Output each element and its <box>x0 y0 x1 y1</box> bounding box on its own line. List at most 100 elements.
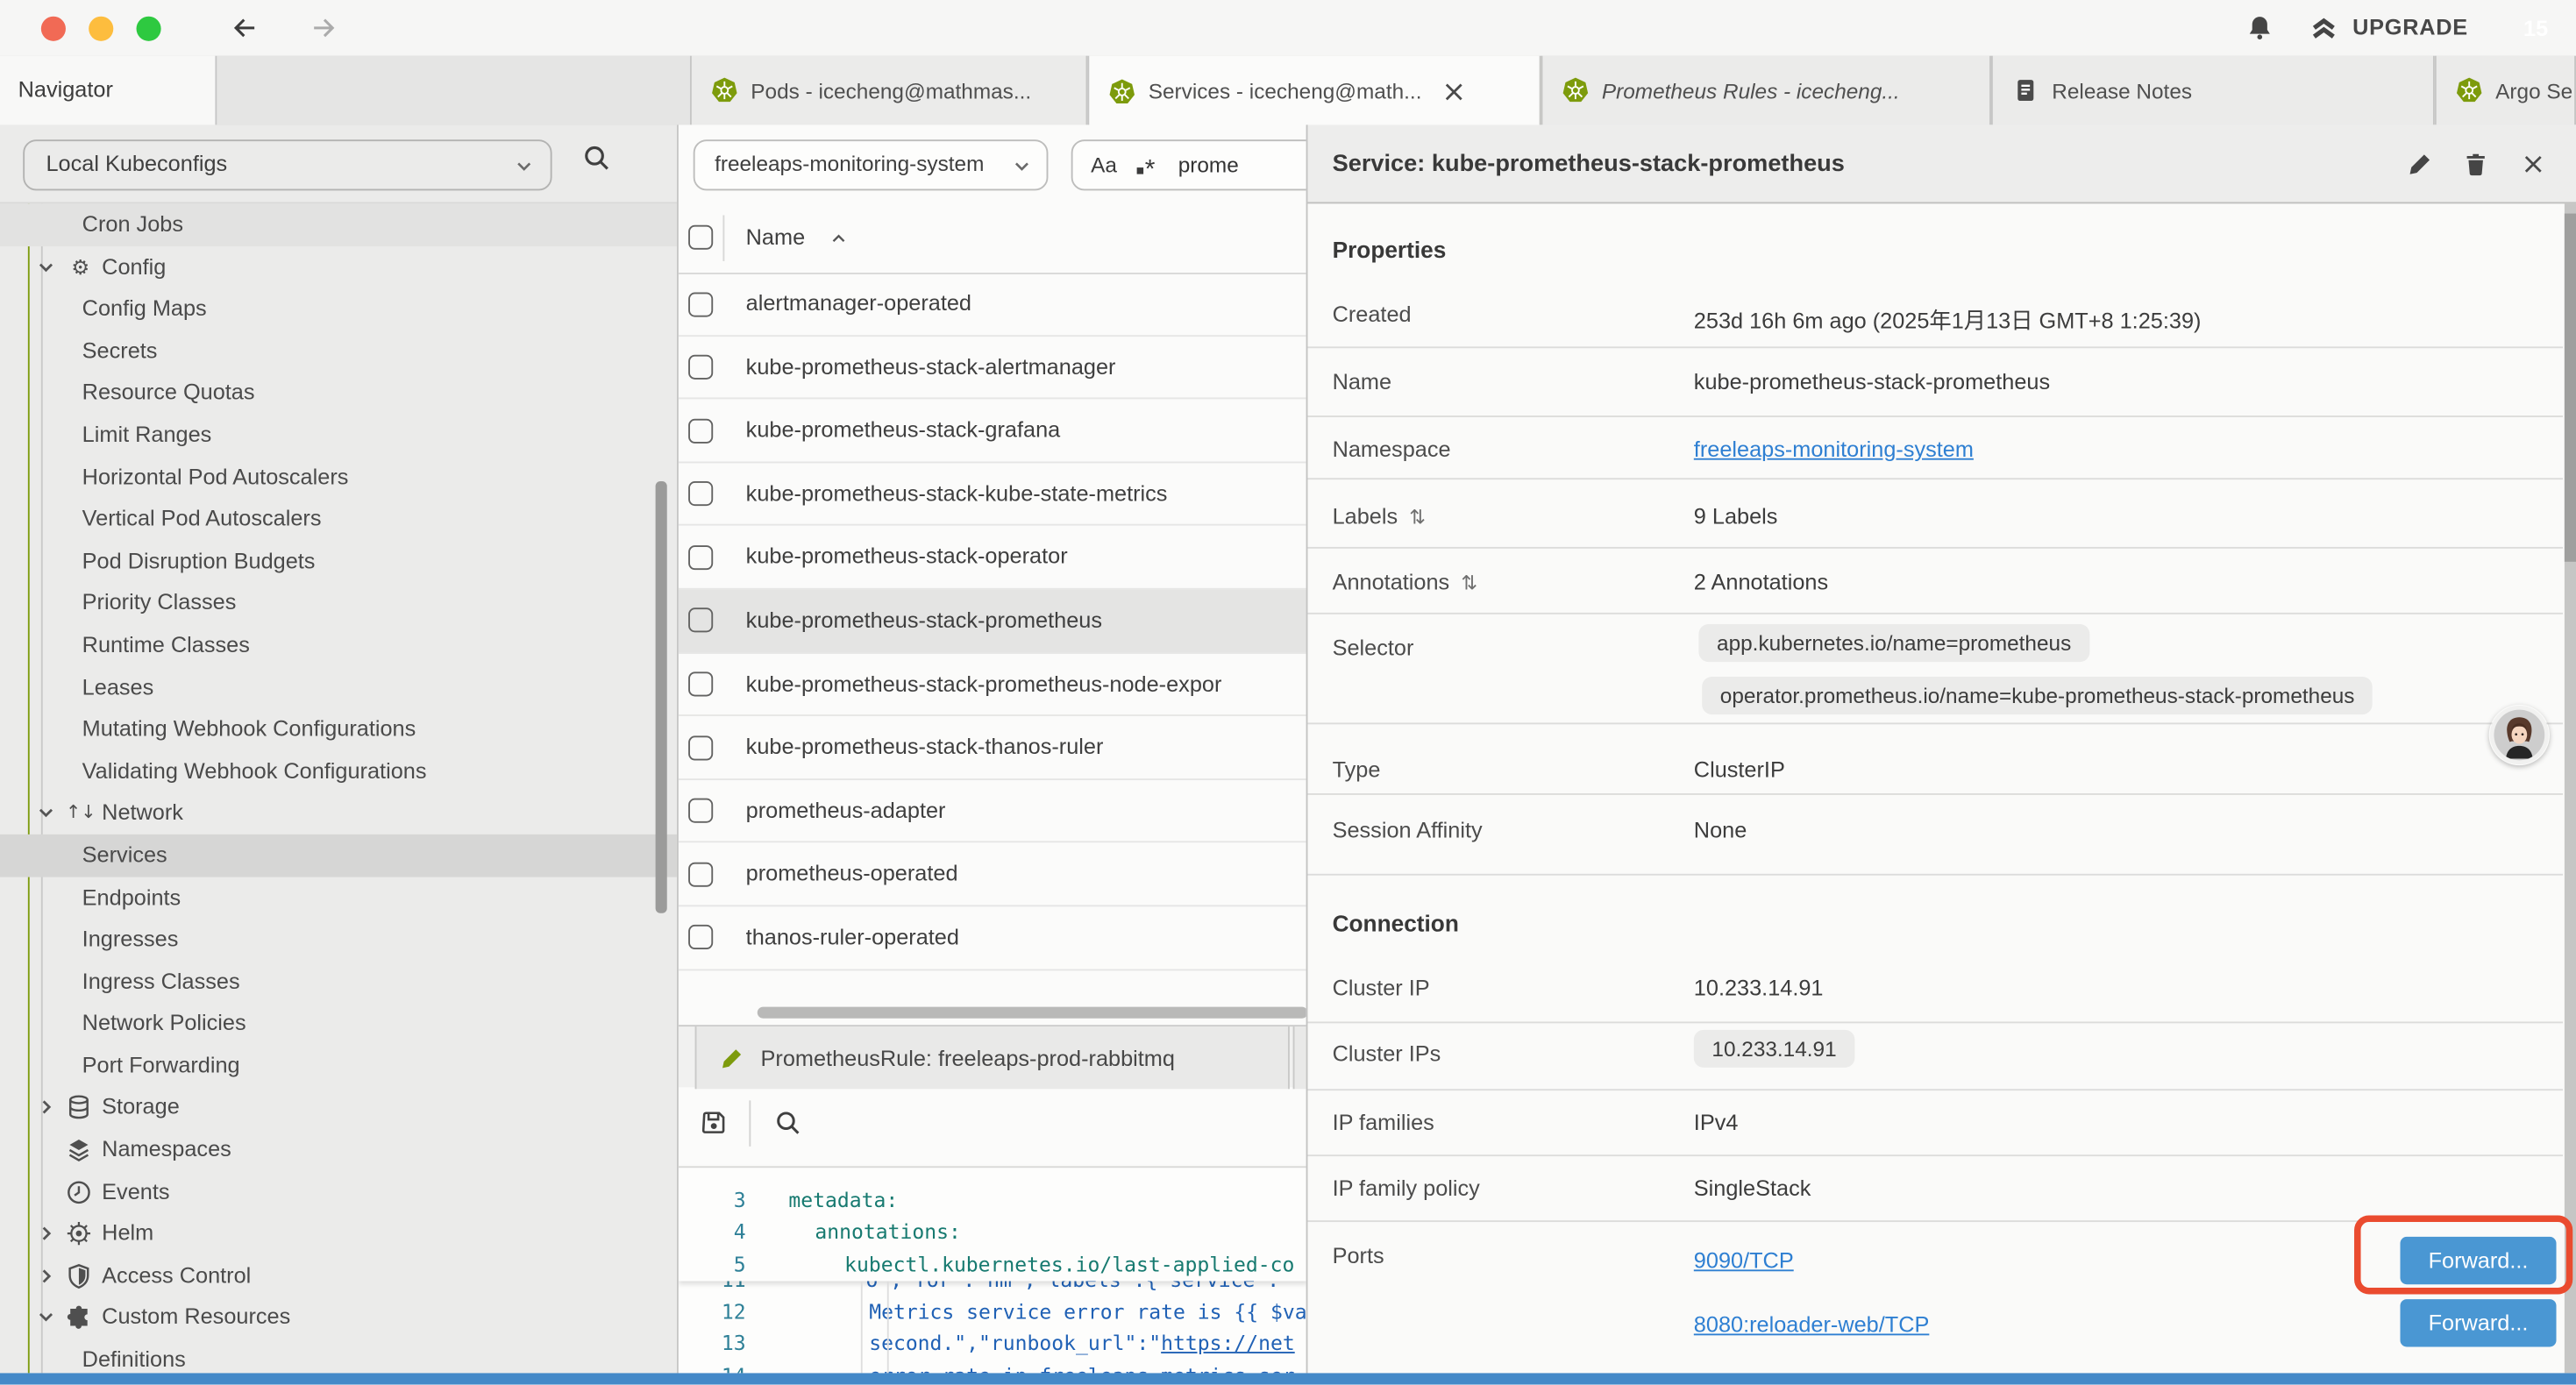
port-link[interactable]: 8080:reloader-web/TCP <box>1694 1312 1930 1337</box>
notification-badge[interactable]: 15 <box>2514 6 2558 51</box>
select-all-checkbox[interactable] <box>688 225 713 250</box>
editor-search-icon[interactable] <box>774 1109 802 1137</box>
save-icon[interactable] <box>700 1109 728 1137</box>
sidebar-item-runtime-classes[interactable]: Runtime Classes <box>0 624 677 666</box>
sort-ascending-icon[interactable] <box>829 230 848 248</box>
main-tab[interactable]: Pods - icecheng@mathmas... <box>690 56 1087 125</box>
sidebar-item-services[interactable]: Services <box>0 835 677 877</box>
tab-navigator[interactable]: Navigator <box>0 56 217 127</box>
row-name: kube-prometheus-stack-prometheus <box>746 590 1102 653</box>
table-row[interactable]: kube-prometheus-stack-prometheus <box>679 590 1308 653</box>
close-icon[interactable] <box>2520 151 2546 177</box>
horizontal-scrollbar[interactable] <box>758 1007 1308 1019</box>
row-name: kube-prometheus-stack-prometheus-node-ex… <box>746 653 1222 716</box>
sidebar-item-events[interactable]: Events <box>0 1170 677 1212</box>
main-tab[interactable]: Prometheus Rules - icecheng... <box>1541 56 1991 125</box>
yaml-editor[interactable]: 3metadata:4annotations:5kubectl.kubernet… <box>679 1166 1308 1374</box>
row-checkbox[interactable] <box>688 862 713 886</box>
sidebar-item-ingress-classes[interactable]: Ingress Classes <box>0 961 677 1003</box>
row-checkbox[interactable] <box>688 482 713 507</box>
labels-value: 9 Labels <box>1694 504 1778 529</box>
sidebar-item-network[interactable]: ↑↓Network <box>0 792 677 835</box>
table-row[interactable]: kube-prometheus-stack-prometheus-node-ex… <box>679 653 1308 716</box>
sidebar-item-ingresses[interactable]: Ingresses <box>0 919 677 961</box>
table-row[interactable]: prometheus-operated <box>679 843 1308 906</box>
row-checkbox[interactable] <box>688 671 713 696</box>
runbook-link[interactable]: https://net <box>1161 1332 1295 1355</box>
detail-scrollbar-thumb[interactable] <box>2564 214 2576 562</box>
row-checkbox[interactable] <box>688 799 713 823</box>
sidebar-item-limit-ranges[interactable]: Limit Ranges <box>0 414 677 456</box>
sort-updown-icon[interactable]: ⇅ <box>1409 506 1426 529</box>
sidebar-item-namespaces[interactable]: Namespaces <box>0 1128 677 1170</box>
table-row[interactable]: prometheus-adapter <box>679 780 1308 843</box>
close-tab-icon[interactable] <box>1441 78 1468 104</box>
sidebar-item-endpoints[interactable]: Endpoints <box>0 877 677 919</box>
row-checkbox[interactable] <box>688 292 713 316</box>
sidebar-item-pod-disruption-budgets[interactable]: Pod Disruption Budgets <box>0 540 677 582</box>
sidebar-item-mutating-webhook-configurations[interactable]: Mutating Webhook Configurations <box>0 708 677 750</box>
match-case-toggle[interactable]: Aa <box>1091 153 1117 177</box>
editor-tab-prometheusrule[interactable]: PrometheusRule: freeleaps-prod-rabbitmq <box>695 1026 1290 1089</box>
kubeconfig-selector[interactable]: Local Kubeconfigs <box>23 139 551 190</box>
sidebar-item-leases[interactable]: Leases <box>0 666 677 708</box>
sidebar-item-secrets[interactable]: Secrets <box>0 330 677 372</box>
sidebar-item-port-forwarding[interactable]: Port Forwarding <box>0 1044 677 1086</box>
sidebar-item-config-maps[interactable]: Config Maps <box>0 288 677 330</box>
row-checkbox[interactable] <box>688 355 713 380</box>
forward-button[interactable]: Forward... <box>2401 1299 2557 1346</box>
row-name: kube-prometheus-stack-alertmanager <box>746 336 1116 399</box>
upgrade-button[interactable]: UPGRADE <box>2352 15 2468 39</box>
sidebar-item-vertical-pod-autoscalers[interactable]: Vertical Pod Autoscalers <box>0 498 677 540</box>
regex-toggle[interactable]: * <box>1136 152 1155 178</box>
main-tab[interactable]: Services - icecheng@math... <box>1087 56 1541 127</box>
sidebar-item-label: Network <box>102 792 183 835</box>
sidebar-item-cron-jobs[interactable]: Cron Jobs <box>0 203 677 245</box>
port-link[interactable]: 9090/TCP <box>1694 1248 1794 1273</box>
table-row[interactable]: alertmanager-operated <box>679 273 1308 336</box>
main-tab[interactable]: Argo Se <box>2435 56 2576 125</box>
table-row[interactable]: kube-prometheus-stack-operator <box>679 526 1308 589</box>
sidebar-item-validating-webhook-configurations[interactable]: Validating Webhook Configurations <box>0 750 677 792</box>
edit-icon[interactable] <box>2407 151 2433 177</box>
sidebar-item-resource-quotas[interactable]: Resource Quotas <box>0 372 677 414</box>
row-checkbox[interactable] <box>688 418 713 443</box>
sidebar-item-priority-classes[interactable]: Priority Classes <box>0 582 677 624</box>
table-row[interactable]: thanos-ruler-operated <box>679 906 1308 970</box>
sidebar-scrollbar[interactable] <box>656 481 666 913</box>
table-row[interactable]: kube-prometheus-stack-grafana <box>679 400 1308 463</box>
row-checkbox[interactable] <box>688 545 713 570</box>
back-icon[interactable] <box>230 13 260 43</box>
window-bottom-edge <box>0 1374 2576 1385</box>
sidebar-item-custom-resources[interactable]: Custom Resources <box>0 1296 677 1339</box>
row-checkbox[interactable] <box>688 735 713 760</box>
table-row[interactable]: kube-prometheus-stack-thanos-ruler <box>679 716 1308 779</box>
upgrade-icon[interactable] <box>2309 15 2338 43</box>
delete-icon[interactable] <box>2463 151 2489 177</box>
sidebar-item-network-policies[interactable]: Network Policies <box>0 1002 677 1044</box>
sidebar-item-horizontal-pod-autoscalers[interactable]: Horizontal Pod Autoscalers <box>0 456 677 498</box>
namespace-link[interactable]: freeleaps-monitoring-system <box>1694 437 1974 461</box>
namespace-selector[interactable]: freeleaps-monitoring-system <box>694 139 1049 190</box>
bell-icon[interactable] <box>2245 13 2274 43</box>
table-row[interactable]: kube-prometheus-stack-alertmanager <box>679 336 1308 399</box>
minimize-window-button[interactable] <box>89 16 113 40</box>
maximize-window-button[interactable] <box>137 16 161 40</box>
avatar[interactable] <box>2489 705 2550 765</box>
sidebar-item-storage[interactable]: Storage <box>0 1086 677 1128</box>
search-icon[interactable] <box>581 143 611 173</box>
row-checkbox[interactable] <box>688 926 713 950</box>
sidebar-item-access-control[interactable]: Access Control <box>0 1254 677 1296</box>
main-tab[interactable]: Release Notes <box>1991 56 2435 125</box>
table-row[interactable]: kube-prometheus-stack-kube-state-metrics <box>679 463 1308 526</box>
sidebar-item-helm[interactable]: Helm <box>0 1212 677 1254</box>
sidebar-item-definitions[interactable]: Definitions <box>0 1339 677 1374</box>
row-checkbox[interactable] <box>688 608 713 633</box>
sort-updown-icon[interactable]: ⇅ <box>1461 572 1477 594</box>
resource-search-input[interactable]: Aa * prome <box>1071 139 1308 190</box>
sidebar-item-config[interactable]: ⚙Config <box>0 245 677 288</box>
name-column-header[interactable]: Name <box>746 203 805 273</box>
forward-icon[interactable] <box>309 13 338 43</box>
close-window-button[interactable] <box>41 16 66 40</box>
service-table: alertmanager-operatedkube-prometheus-sta… <box>679 273 1308 970</box>
